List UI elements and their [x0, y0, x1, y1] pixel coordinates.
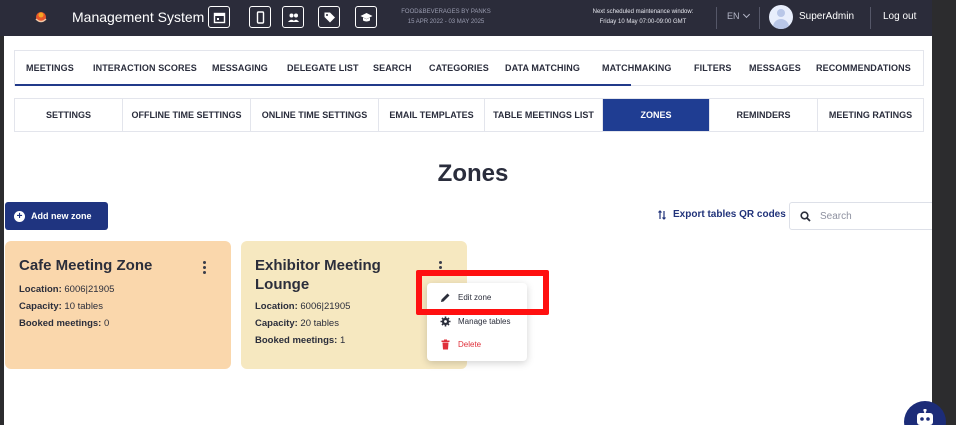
tab-delegate-list[interactable]: DELEGATE LIST: [287, 63, 359, 73]
language-label: EN: [727, 11, 740, 21]
main-nav: MEETINGS INTERACTION SCORES MESSAGING DE…: [14, 50, 924, 86]
tab-settings[interactable]: SETTINGS: [15, 99, 123, 131]
tab-categories[interactable]: CATEGORIES: [429, 63, 489, 73]
app-title: Management System: [72, 9, 205, 25]
maintenance-notice: Next scheduled maintenance window: Frida…: [578, 7, 708, 27]
tab-zones[interactable]: ZONES: [603, 99, 710, 131]
tab-meeting-ratings[interactable]: MEETING RATINGS: [818, 99, 923, 131]
tab-offline-time-settings[interactable]: OFFLINE TIME SETTINGS: [123, 99, 251, 131]
right-frame-strip: [932, 0, 956, 425]
trash-icon: [441, 339, 450, 350]
zone-name: Cafe Meeting Zone: [19, 257, 153, 274]
export-label: Export tables QR codes: [673, 209, 786, 220]
maintenance-title: Next scheduled maintenance window:: [592, 9, 694, 15]
tab-matchmaking[interactable]: MATCHMAKING: [602, 63, 671, 73]
logout-button[interactable]: Log out: [883, 11, 916, 22]
event-name: FOOD&BEVERAGES BY PANKS: [401, 9, 491, 15]
tab-interaction-scores[interactable]: INTERACTION SCORES: [93, 63, 197, 73]
mobile-icon[interactable]: [249, 6, 271, 28]
zone-location: Location: 6006|21905: [255, 301, 351, 312]
graduation-cap-icon[interactable]: [355, 6, 377, 28]
tab-email-templates[interactable]: EMAIL TEMPLATES: [379, 99, 485, 131]
divider: [870, 7, 871, 29]
search-field[interactable]: [789, 202, 941, 230]
zone-booked-meetings: Booked meetings: 0: [19, 318, 110, 329]
search-input[interactable]: [820, 210, 930, 222]
add-new-zone-button[interactable]: + Add new zone: [5, 202, 108, 230]
delete-menu-item[interactable]: Delete: [440, 339, 481, 350]
page-title: Zones: [437, 160, 509, 187]
tab-search[interactable]: SEARCH: [373, 63, 412, 73]
sort-arrows-icon: [658, 209, 666, 220]
tag-icon[interactable]: [318, 6, 340, 28]
more-options-icon[interactable]: [203, 261, 207, 275]
tab-data-matching[interactable]: DATA MATCHING: [505, 63, 580, 73]
language-selector[interactable]: EN: [727, 10, 750, 21]
tab-table-meetings-list[interactable]: TABLE MEETINGS LIST: [485, 99, 603, 131]
plus-circle-icon: +: [14, 210, 25, 222]
app-logo-icon: [35, 12, 47, 23]
active-tab-underline: [15, 84, 631, 86]
tab-meetings[interactable]: MEETINGS: [26, 63, 74, 73]
tab-messages[interactable]: MESSAGES: [749, 63, 801, 73]
delete-label: Delete: [458, 340, 482, 349]
export-tables-qr-button[interactable]: Export tables QR codes: [657, 209, 786, 220]
top-bar: Management System FOOD&BEVERAGES BY PANK…: [0, 0, 956, 36]
manage-tables-label: Manage tables: [458, 317, 511, 326]
event-info: FOOD&BEVERAGES BY PANKS 15 APR 2022 - 03…: [388, 7, 504, 27]
username[interactable]: SuperAdmin: [799, 11, 854, 22]
edit-zone-menu-item[interactable]: Edit zone: [440, 292, 491, 303]
zone-location: Location: 6006|21905: [19, 284, 115, 295]
tab-online-time-settings[interactable]: ONLINE TIME SETTINGS: [251, 99, 379, 131]
tab-filters[interactable]: FILTERS: [694, 63, 732, 73]
users-icon[interactable]: [282, 6, 304, 28]
event-dates: 15 APR 2022 - 03 MAY 2025: [407, 19, 485, 25]
zone-booked-meetings: Booked meetings: 1: [255, 335, 346, 346]
pencil-icon: [441, 293, 450, 302]
calendar-icon[interactable]: [208, 6, 230, 28]
divider: [716, 7, 717, 29]
manage-tables-menu-item[interactable]: Manage tables: [440, 316, 510, 327]
zone-name: Exhibitor Meeting Lounge: [255, 257, 381, 293]
maintenance-time: Friday 10 May 07:00-09:00 GMT: [599, 19, 687, 25]
tab-reminders[interactable]: REMINDERS: [710, 99, 818, 131]
avatar[interactable]: [769, 5, 793, 29]
add-new-zone-label: Add new zone: [31, 211, 92, 221]
zone-card[interactable]: Cafe Meeting Zone Location: 6006|21905 C…: [5, 241, 231, 369]
left-frame-strip: [0, 0, 4, 425]
gear-icon: [440, 316, 451, 327]
zone-context-menu: Edit zone Manage tables Delete: [427, 283, 527, 361]
divider: [759, 7, 760, 29]
search-icon: [800, 210, 811, 222]
edit-zone-label: Edit zone: [458, 293, 492, 302]
tab-recommendations[interactable]: RECOMMENDATIONS: [816, 63, 911, 73]
more-options-icon[interactable]: [439, 261, 443, 275]
chevron-down-icon: [742, 10, 750, 19]
zone-capacity: Capacity: 10 tables: [19, 301, 103, 312]
zone-capacity: Capacity: 20 tables: [255, 318, 339, 329]
sub-nav: SETTINGS OFFLINE TIME SETTINGS ONLINE TI…: [14, 98, 924, 132]
robot-icon: [917, 409, 933, 425]
tab-messaging[interactable]: MESSAGING: [212, 63, 268, 73]
